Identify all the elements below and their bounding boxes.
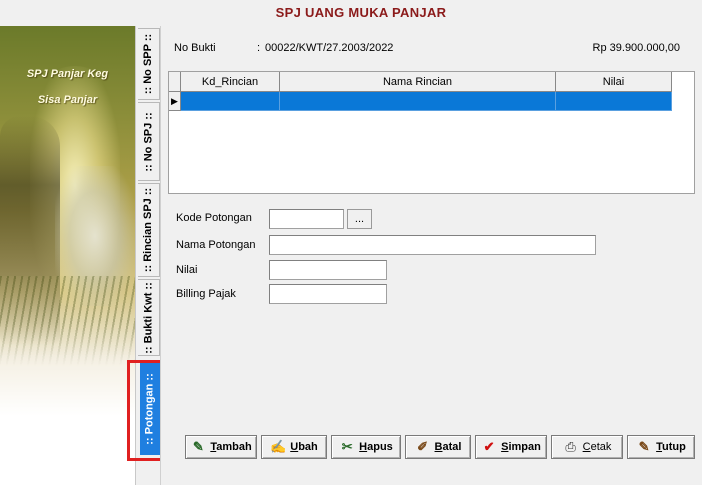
billing-pajak-input[interactable] bbox=[269, 284, 387, 304]
rincian-grid[interactable]: Kd_Rincian Nama Rincian Nilai ▶ bbox=[168, 71, 695, 194]
cell-nama-rincian[interactable] bbox=[280, 92, 556, 111]
title-bar: SPJ UANG MUKA PANJAR bbox=[0, 0, 702, 24]
tab-rincian-spj-label: :: Rincian SPJ :: bbox=[142, 187, 155, 273]
edit-icon: ✍ bbox=[270, 439, 287, 454]
banner-caption-sisa-panjar: Sisa Panjar bbox=[37, 94, 98, 106]
banner-field-image bbox=[0, 276, 135, 366]
check-icon: ✔ bbox=[483, 439, 495, 454]
row-indicator-icon: ▶ bbox=[169, 92, 181, 111]
tab-no-spp[interactable]: :: No SPP :: bbox=[138, 28, 160, 100]
tab-rincian-spj[interactable]: :: Rincian SPJ :: bbox=[138, 183, 160, 277]
grid-header: Kd_Rincian Nama Rincian Nilai bbox=[169, 72, 672, 92]
app-window: SPJ UANG MUKA PANJAR SPJ Panjar Keg Sisa… bbox=[0, 0, 702, 485]
batal-button[interactable]: ✐ Batal bbox=[405, 435, 471, 459]
cell-nilai[interactable] bbox=[556, 92, 672, 111]
hapus-button[interactable]: ✂ Hapus bbox=[331, 435, 401, 459]
ubah-button[interactable]: ✍ Ubah bbox=[261, 435, 327, 459]
grid-corner bbox=[169, 72, 181, 92]
banner-caption-spj-panjar: SPJ Panjar Keg bbox=[26, 68, 109, 80]
tutup-button[interactable]: ✎ Tutup bbox=[627, 435, 695, 459]
simpan-button[interactable]: ✔ Simpan bbox=[475, 435, 547, 459]
tab-content-potongan: No Bukti : 00022/KWT/27.2003/2022 Rp 39.… bbox=[160, 26, 702, 485]
kode-potongan-label: Kode Potongan bbox=[176, 212, 252, 224]
grid-col-nama-rincian[interactable]: Nama Rincian bbox=[280, 72, 556, 92]
close-icon: ✎ bbox=[638, 439, 650, 454]
tab-no-spj[interactable]: :: No SPJ :: bbox=[138, 102, 160, 181]
tab-no-spj-label: :: No SPJ :: bbox=[142, 111, 155, 172]
grid-col-kd-rincian[interactable]: Kd_Rincian bbox=[181, 72, 280, 92]
printer-icon: ⎙ bbox=[565, 439, 576, 454]
no-bukti-value: 00022/KWT/27.2003/2022 bbox=[265, 42, 394, 54]
grid-col-nilai[interactable]: Nilai bbox=[556, 72, 672, 92]
tab-potongan[interactable]: :: Potongan :: bbox=[140, 363, 160, 455]
window-title: SPJ UANG MUKA PANJAR bbox=[275, 4, 447, 20]
add-icon: ✎ bbox=[192, 439, 204, 454]
billing-pajak-label: Billing Pajak bbox=[176, 288, 236, 300]
cetak-button[interactable]: ⎙ Cetak bbox=[551, 435, 623, 459]
tab-bukti-kwt[interactable]: :: Bukti Kwt :: bbox=[138, 279, 160, 356]
nama-potongan-label: Nama Potongan bbox=[176, 239, 256, 251]
total-amount: Rp 39.900.000,00 bbox=[592, 42, 680, 54]
no-bukti-label: No Bukti bbox=[174, 42, 216, 54]
cancel-icon: ✐ bbox=[417, 439, 428, 454]
tambah-button[interactable]: ✎ Tambah bbox=[185, 435, 257, 459]
nilai-input[interactable] bbox=[269, 260, 387, 280]
kode-potongan-browse-button[interactable]: ... bbox=[347, 209, 372, 229]
table-row[interactable]: ▶ bbox=[169, 92, 672, 111]
vertical-tab-strip: :: No SPP :: :: No SPJ :: :: Rincian SPJ… bbox=[135, 26, 160, 485]
tab-bukti-kwt-label: :: Bukti Kwt :: bbox=[142, 281, 155, 354]
nilai-label: Nilai bbox=[176, 264, 198, 276]
kode-potongan-input[interactable] bbox=[269, 209, 344, 229]
side-banner: SPJ Panjar Keg Sisa Panjar bbox=[0, 26, 135, 485]
tab-potongan-label: :: Potongan :: bbox=[144, 373, 157, 445]
no-bukti-separator: : bbox=[257, 42, 261, 54]
action-toolbar: ✎ Tambah ✍ Ubah ✂ Hapus ✐ Batal ✔ Simpan… bbox=[185, 435, 699, 459]
delete-icon: ✂ bbox=[341, 439, 353, 454]
nama-potongan-input[interactable] bbox=[269, 235, 596, 255]
tab-no-spp-label: :: No SPP :: bbox=[142, 33, 155, 95]
cell-kd-rincian[interactable] bbox=[181, 92, 280, 111]
